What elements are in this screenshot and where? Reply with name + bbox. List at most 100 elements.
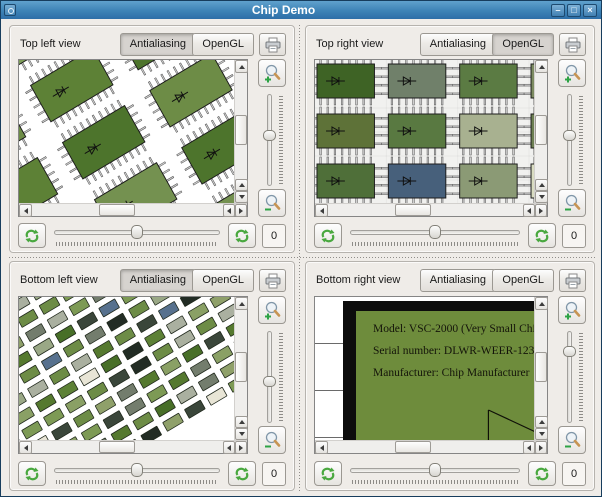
rotation-slider[interactable] <box>54 463 220 485</box>
rotation-value: 0 <box>262 224 286 248</box>
opengl-button[interactable]: OpenGL <box>492 269 554 292</box>
zoom-slider-handle[interactable] <box>263 376 276 387</box>
zoom-in-button[interactable] <box>558 59 586 87</box>
vertical-scroll-thumb[interactable] <box>535 352 547 382</box>
scroll-down-button[interactable] <box>535 191 548 203</box>
vertical-scrollbar[interactable] <box>234 60 248 203</box>
print-button[interactable] <box>259 269 286 292</box>
scroll-left-button[interactable] <box>315 441 328 454</box>
rotate-right-button[interactable] <box>528 461 556 486</box>
zoom-slider[interactable] <box>563 331 583 423</box>
horizontal-scrollbar[interactable] <box>19 440 247 454</box>
horizontal-scrollbar[interactable] <box>315 203 547 217</box>
opengl-button[interactable]: OpenGL <box>192 269 254 292</box>
scroll-left-button[interactable] <box>19 441 32 454</box>
vertical-scroll-thumb[interactable] <box>535 115 547 145</box>
rotate-left-button[interactable] <box>314 461 342 486</box>
rotation-slider[interactable] <box>350 225 520 247</box>
graphics-viewport[interactable] <box>315 60 534 203</box>
zoom-out-button[interactable] <box>558 426 586 454</box>
maximize-button[interactable]: □ <box>567 3 581 17</box>
graphics-viewport[interactable]: Model: VSC-2000 (Very Small Chip) at 9 S… <box>315 297 534 440</box>
graphics-view[interactable] <box>18 59 248 217</box>
rotate-right-icon <box>535 467 549 480</box>
minimize-button[interactable]: – <box>551 3 565 17</box>
scroll-right-button[interactable] <box>235 204 247 217</box>
scroll-left-button[interactable] <box>19 204 32 217</box>
graphics-view[interactable] <box>18 296 248 454</box>
zoom-slider-handle[interactable] <box>563 346 576 357</box>
zoom-out-button[interactable] <box>258 426 286 454</box>
print-button[interactable] <box>259 33 286 56</box>
opengl-button[interactable]: OpenGL <box>192 33 254 56</box>
vertical-scroll-thumb[interactable] <box>235 352 247 382</box>
scroll-up-button[interactable] <box>535 179 548 191</box>
rotate-right-button[interactable] <box>228 461 256 486</box>
antialiasing-button[interactable]: Antialiasing <box>419 33 496 56</box>
vertical-scrollbar[interactable] <box>234 297 248 440</box>
horizontal-scrollbar[interactable] <box>315 440 547 454</box>
antialiasing-button[interactable]: Antialiasing <box>119 33 196 56</box>
opengl-button[interactable]: OpenGL <box>492 33 554 56</box>
zoom-slider-handle[interactable] <box>563 130 576 141</box>
scroll-right-button[interactable] <box>535 441 547 454</box>
zoom-in-button[interactable] <box>558 296 586 324</box>
zoom-slider[interactable] <box>563 94 583 186</box>
zoom-slider-handle[interactable] <box>263 130 276 141</box>
scroll-up-button[interactable] <box>535 60 548 73</box>
close-button[interactable]: × <box>583 3 597 17</box>
rotation-slider[interactable] <box>350 463 520 485</box>
scroll-down-button[interactable] <box>235 428 248 440</box>
antialiasing-button[interactable]: Antialiasing <box>119 269 196 292</box>
zoom-in-button[interactable] <box>258 296 286 324</box>
scroll-up-button[interactable] <box>535 297 548 310</box>
rotate-left-button[interactable] <box>18 461 46 486</box>
graphics-view[interactable]: Model: VSC-2000 (Very Small Chip) at 9 S… <box>314 296 548 454</box>
scroll-left-button[interactable] <box>223 441 235 454</box>
scroll-left-button[interactable] <box>223 204 235 217</box>
rotation-slider-handle[interactable] <box>429 463 441 477</box>
scroll-left-button[interactable] <box>523 204 535 217</box>
graphics-viewport[interactable] <box>19 297 234 440</box>
print-button[interactable] <box>559 269 586 292</box>
window-system-menu-icon[interactable] <box>4 4 16 16</box>
horizontal-scroll-thumb[interactable] <box>395 441 431 453</box>
scroll-down-button[interactable] <box>235 191 248 203</box>
splitter-horizontal-handle[interactable] <box>9 256 595 259</box>
zoom-in-button[interactable] <box>258 59 286 87</box>
rotate-left-button[interactable] <box>314 223 342 248</box>
scroll-right-button[interactable] <box>235 441 247 454</box>
vertical-scrollbar[interactable] <box>534 297 548 440</box>
horizontal-scroll-thumb[interactable] <box>395 204 431 216</box>
rotation-value: 0 <box>562 462 586 486</box>
scroll-up-button[interactable] <box>235 60 248 73</box>
scroll-up-button[interactable] <box>235 297 248 310</box>
rotation-slider-handle[interactable] <box>131 463 143 477</box>
graphics-view[interactable] <box>314 59 548 217</box>
vertical-scrollbar[interactable] <box>534 60 548 203</box>
rotate-left-button[interactable] <box>18 223 46 248</box>
rotation-slider[interactable] <box>54 225 220 247</box>
horizontal-scroll-thumb[interactable] <box>99 441 135 453</box>
zoom-slider[interactable] <box>263 94 283 186</box>
scroll-up-button[interactable] <box>235 179 248 191</box>
scroll-up-button[interactable] <box>235 416 248 428</box>
rotate-right-button[interactable] <box>228 223 256 248</box>
horizontal-scroll-thumb[interactable] <box>99 204 135 216</box>
rotate-right-button[interactable] <box>528 223 556 248</box>
scroll-right-button[interactable] <box>535 204 547 217</box>
zoom-out-button[interactable] <box>258 189 286 217</box>
scroll-left-button[interactable] <box>315 204 328 217</box>
scroll-up-button[interactable] <box>535 416 548 428</box>
rotation-slider-handle[interactable] <box>131 225 143 239</box>
print-button[interactable] <box>559 33 586 56</box>
scroll-left-button[interactable] <box>523 441 535 454</box>
zoom-out-button[interactable] <box>558 189 586 217</box>
vertical-scroll-thumb[interactable] <box>235 115 247 145</box>
rotation-slider-handle[interactable] <box>429 225 441 239</box>
scroll-down-button[interactable] <box>535 428 548 440</box>
horizontal-scrollbar[interactable] <box>19 203 247 217</box>
antialiasing-button[interactable]: Antialiasing <box>419 269 496 292</box>
graphics-viewport[interactable] <box>19 60 234 203</box>
zoom-slider[interactable] <box>263 331 283 423</box>
